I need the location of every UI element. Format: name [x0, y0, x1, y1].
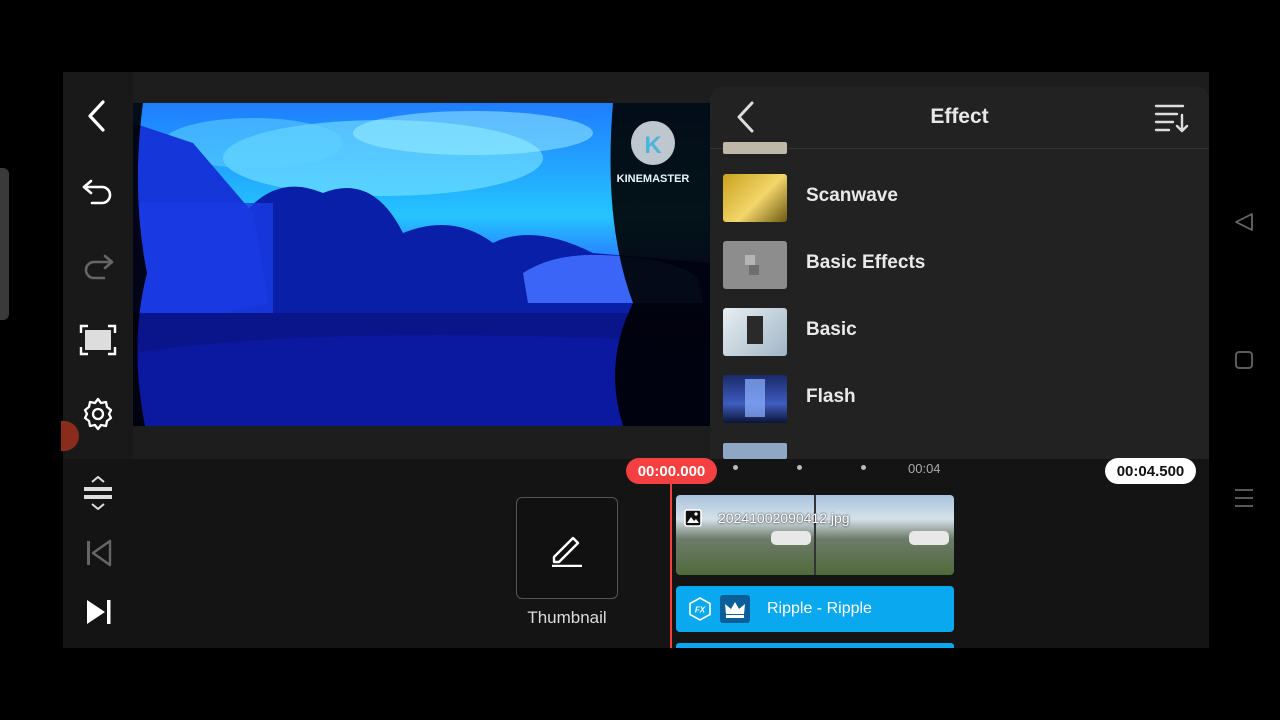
effect-item-scanwave[interactable]: Scanwave — [710, 168, 1209, 228]
thumbnail-label: Thumbnail — [527, 608, 607, 627]
skip-to-start-button[interactable] — [84, 538, 114, 568]
nav-home-button[interactable] — [1233, 349, 1255, 371]
flash-thumbnail — [723, 375, 787, 423]
nav-menu-button[interactable] — [1233, 487, 1255, 509]
ruler-dot — [797, 465, 802, 470]
video-preview[interactable]: K KINEMASTER — [133, 103, 710, 426]
fullscreen-button[interactable] — [74, 316, 122, 364]
playhead[interactable] — [670, 484, 672, 648]
undo-button[interactable] — [74, 166, 122, 214]
thumbnail-button[interactable] — [516, 497, 618, 599]
back-button[interactable] — [74, 92, 122, 140]
layer-toggle-button[interactable] — [80, 475, 116, 512]
nav-back-button[interactable] — [1233, 211, 1255, 233]
layer-toggle-icon — [84, 475, 112, 511]
image-icon — [684, 509, 702, 527]
nav-home-icon — [1235, 351, 1253, 369]
ruler-tick-label: 00:04 — [908, 461, 941, 476]
effect-thumb-partial-bottom — [723, 443, 787, 459]
effect-panel: Effect Scanwave Basic Effects Basic Flas… — [710, 86, 1209, 459]
effect-clip-label: Ripple - Ripple — [767, 600, 872, 617]
watermark-text: KINEMASTER — [617, 173, 690, 185]
basic-thumbnail — [723, 308, 787, 356]
watermark-logo: K — [644, 132, 662, 159]
ruler-dot — [861, 465, 866, 470]
settings-icon — [83, 397, 113, 431]
skip-to-end-button[interactable] — [84, 597, 114, 627]
effect-clip[interactable]: FX Ripple - Ripple — [676, 586, 954, 632]
effect-clip-next[interactable] — [676, 643, 954, 648]
settings-button[interactable] — [74, 390, 122, 438]
skip-end-icon — [87, 600, 111, 624]
effect-item-label: Flash — [806, 386, 856, 407]
effect-item-basic-effects[interactable]: Basic Effects — [710, 235, 1209, 295]
fullscreen-icon — [79, 324, 117, 356]
skip-start-icon — [87, 539, 112, 567]
undo-icon — [82, 179, 112, 205]
ruler-dot — [733, 465, 738, 470]
effect-item-basic[interactable]: Basic — [710, 302, 1209, 362]
current-time-badge: 00:00.000 — [626, 458, 717, 484]
effect-item-flash[interactable]: Flash — [710, 369, 1209, 429]
basic-effects-thumbnail — [723, 241, 787, 289]
nav-menu-icon — [1235, 489, 1253, 507]
timeline-area — [63, 459, 1209, 648]
panel-header: Effect — [710, 86, 1209, 149]
effect-thumb-partial — [723, 142, 787, 154]
video-clip[interactable]: 20241002090412.jpg — [676, 495, 954, 575]
device-side-handle — [0, 168, 9, 320]
redo-button[interactable] — [74, 241, 122, 289]
clip-filename: 20241002090412.jpg — [718, 510, 850, 526]
effect-item-label: Scanwave — [806, 185, 898, 206]
crown-icon — [720, 595, 750, 623]
effect-item-label: Basic Effects — [806, 252, 926, 273]
sort-icon — [1154, 104, 1189, 133]
effect-item-label: Basic — [806, 319, 857, 340]
nav-back-icon — [1235, 213, 1253, 231]
scanwave-thumbnail — [723, 174, 787, 222]
sort-button[interactable] — [1153, 102, 1189, 134]
back-arrow-icon — [88, 100, 105, 132]
fx-icon: FX — [688, 597, 712, 621]
svg-text:FX: FX — [695, 606, 706, 615]
panel-title: Effect — [930, 105, 989, 128]
redo-icon — [84, 254, 114, 280]
preview-image: K KINEMASTER — [133, 103, 710, 426]
end-time-badge: 00:04.500 — [1105, 458, 1196, 484]
pencil-icon — [552, 536, 582, 567]
